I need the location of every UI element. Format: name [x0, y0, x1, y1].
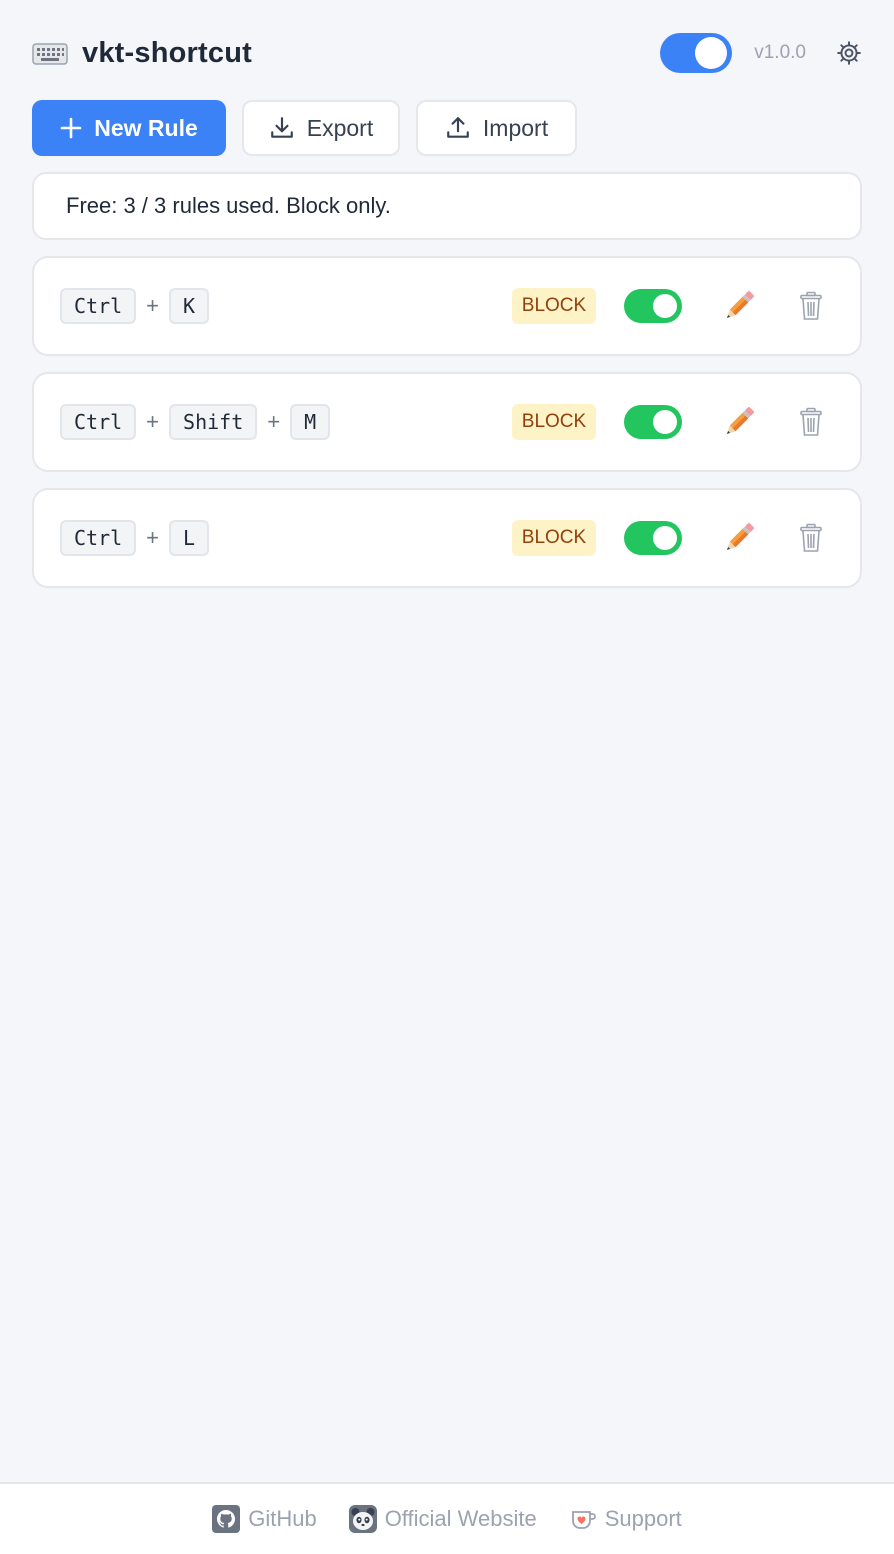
support-link[interactable]: Support	[569, 1505, 682, 1533]
rule-enable-toggle[interactable]	[624, 289, 682, 323]
plan-usage-notice: Free: 3 / 3 rules used. Block only.	[32, 172, 862, 240]
plus-icon	[60, 117, 82, 139]
shortcut-combo: Ctrl + K	[60, 288, 512, 324]
rule-enable-toggle[interactable]	[624, 521, 682, 555]
extension-popup: vkt-shortcut v1.0.0 New Rule Export Impo…	[0, 0, 894, 1482]
plus-separator: +	[146, 293, 160, 318]
action-badge: BLOCK	[512, 404, 596, 440]
trash-icon[interactable]	[798, 291, 824, 321]
plus-separator: +	[146, 409, 160, 434]
rule-card: Ctrl + K BLOCK	[32, 256, 862, 356]
trash-icon[interactable]	[798, 523, 824, 553]
toggle-knob	[695, 37, 728, 69]
import-label: Import	[482, 114, 549, 141]
shortcut-combo: Ctrl + Shift + M	[60, 404, 512, 440]
coffee-cup-icon	[569, 1505, 597, 1533]
import-button[interactable]: Import	[416, 100, 577, 156]
trash-icon[interactable]	[798, 407, 824, 437]
key-cap: Ctrl	[60, 288, 137, 324]
new-rule-label: New Rule	[94, 114, 198, 141]
pencil-icon[interactable]	[720, 519, 758, 557]
plan-usage-text: Free: 3 / 3 rules used. Block only.	[66, 193, 391, 218]
pencil-icon[interactable]	[720, 287, 758, 325]
upload-icon	[445, 115, 471, 141]
official-website-label: Official Website	[384, 1506, 537, 1531]
app-title: vkt-shortcut	[82, 36, 252, 69]
header-controls: v1.0.0	[660, 33, 862, 73]
key-cap: L	[169, 520, 210, 556]
master-enable-toggle[interactable]	[660, 33, 733, 73]
shortcut-combo: Ctrl + L	[60, 520, 512, 556]
plus-separator: +	[267, 409, 281, 434]
official-website-link[interactable]: Official Website	[348, 1505, 537, 1533]
panda-icon	[348, 1505, 377, 1533]
rule-enable-toggle[interactable]	[624, 405, 682, 439]
pencil-icon[interactable]	[720, 403, 758, 441]
new-rule-button[interactable]: New Rule	[32, 100, 226, 156]
github-link[interactable]: GitHub	[212, 1505, 317, 1533]
key-cap: K	[169, 288, 210, 324]
keyboard-icon	[32, 40, 68, 66]
footer: GitHub Official Website Support	[0, 1482, 894, 1554]
download-icon	[269, 115, 295, 141]
toggle-knob	[653, 294, 677, 318]
header: vkt-shortcut v1.0.0	[32, 28, 862, 78]
support-label: Support	[604, 1506, 682, 1531]
key-cap: Shift	[169, 404, 258, 440]
version-label: v1.0.0	[754, 42, 806, 63]
export-label: Export	[306, 114, 374, 141]
github-icon	[212, 1505, 241, 1533]
gear-icon[interactable]	[836, 40, 862, 66]
rule-card: Ctrl + Shift + M BLOCK	[32, 372, 862, 472]
plus-separator: +	[146, 525, 160, 550]
export-button[interactable]: Export	[242, 100, 400, 156]
action-badge: BLOCK	[512, 520, 596, 556]
github-label: GitHub	[248, 1506, 317, 1531]
rule-card: Ctrl + L BLOCK	[32, 488, 862, 588]
action-badge: BLOCK	[512, 288, 596, 324]
toolbar: New Rule Export Import	[32, 100, 577, 156]
toggle-knob	[653, 526, 677, 550]
key-cap: Ctrl	[60, 404, 137, 440]
toggle-knob	[653, 410, 677, 434]
brand: vkt-shortcut	[32, 37, 252, 70]
key-cap: M	[290, 404, 331, 440]
key-cap: Ctrl	[60, 520, 137, 556]
